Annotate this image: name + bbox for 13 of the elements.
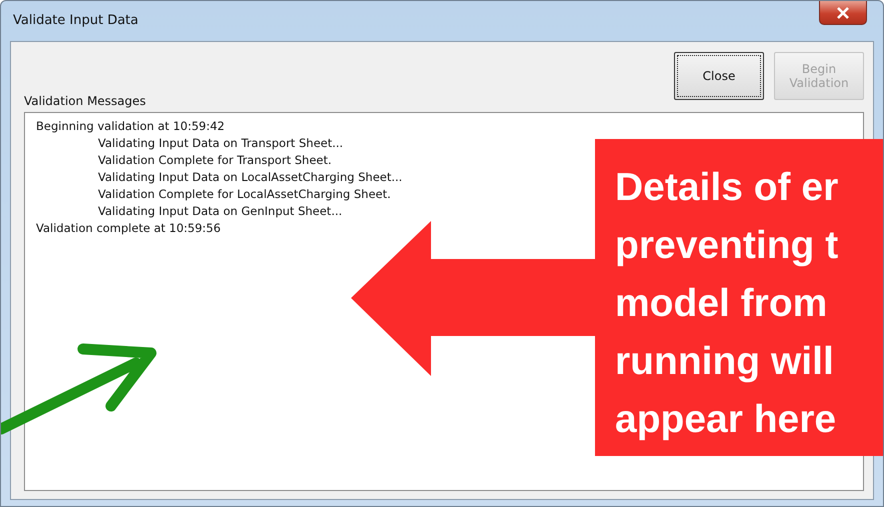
callout-text: Details of er preventing t model from running will appear here	[615, 165, 840, 443]
log-line: Validating Input Data on LocalAssetCharging Sheet...	[98, 169, 402, 186]
close-icon	[836, 6, 850, 18]
log-line: Validation Complete for LocalAssetCharging Sheet.	[98, 186, 391, 203]
log-line: Validating Input Data on Transport Sheet...	[98, 135, 344, 152]
dialog-button[interactable]: Close	[674, 52, 764, 100]
close-button[interactable]	[819, 1, 867, 25]
window-title: Validate Input Data	[13, 13, 138, 28]
log-line: Validation complete at 10:59:56	[36, 220, 221, 237]
messages-label: Validation Messages	[24, 94, 147, 108]
log-line: Validating Input Data on GenInput Sheet...	[98, 203, 342, 220]
log-line: Validation Complete for Transport Sheet.	[98, 152, 332, 169]
log-line: Beginning validation at 10:59:42	[36, 118, 225, 135]
